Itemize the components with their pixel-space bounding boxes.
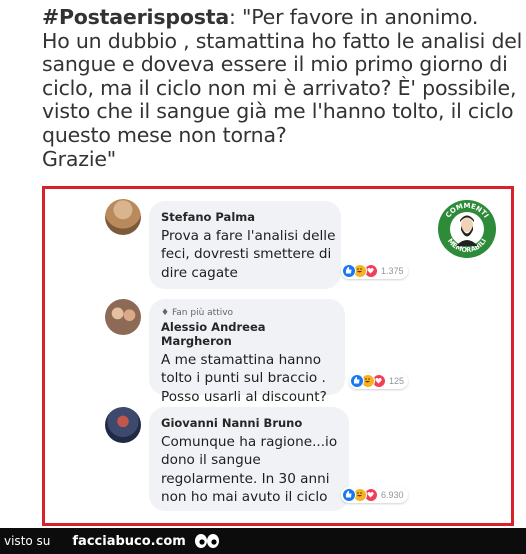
comment-author[interactable]: Stefano Palma bbox=[161, 210, 329, 224]
comment-line: Prova a fare l'analisi delle bbox=[161, 228, 336, 244]
reaction-count: 6.930 bbox=[381, 490, 404, 500]
post-text: #Postaerisposta: "Per favore in anonimo.… bbox=[42, 5, 523, 171]
comment-line: Comunque ha ragione...io bbox=[161, 434, 338, 450]
comment-bubble: ♦ Fan più attivo Alessio Andreea Margher… bbox=[149, 299, 345, 405]
like-reaction-icon bbox=[350, 374, 364, 388]
reaction-summary[interactable]: 1.375 bbox=[341, 263, 408, 279]
footer-bar: visto su facciabuco.com bbox=[0, 528, 526, 554]
comment-line: dire cagate bbox=[161, 264, 238, 281]
post-line-6: questo mese non torna? bbox=[42, 122, 287, 147]
comment-bubble: Giovanni Nanni Bruno Comunque ha ragione… bbox=[149, 407, 349, 511]
reaction-summary[interactable]: 6.930 bbox=[341, 487, 408, 503]
reaction-count: 125 bbox=[389, 376, 405, 386]
avatar[interactable] bbox=[105, 407, 141, 443]
comments-frame: COMMENTI MEMORABILI Stefano Palma Prova … bbox=[42, 186, 514, 526]
eyes-logo-icon bbox=[194, 534, 219, 548]
post-line-2: Ho un dubbio , stamattina ho fatto le an… bbox=[42, 28, 523, 53]
post-line-3: sangue e doveva essere il mio primo gior… bbox=[42, 52, 508, 77]
post-line-5: visto che il sangue già me l'hanno tolto… bbox=[42, 99, 514, 124]
comment-bubble: Stefano Palma Prova a fare l'analisi del… bbox=[149, 201, 341, 289]
site-link[interactable]: facciabuco.com bbox=[72, 534, 185, 549]
avatar[interactable] bbox=[105, 199, 141, 235]
comment-line: Posso usarli al discount? bbox=[161, 388, 327, 405]
comment-line: tolto i punti sul braccio . bbox=[161, 370, 326, 387]
comment-line: regolarmente. In 30 anni bbox=[161, 470, 330, 487]
like-reaction-icon bbox=[342, 488, 356, 502]
like-reaction-icon bbox=[342, 264, 356, 278]
commenti-memorabili-seal-icon: COMMENTI MEMORABILI bbox=[438, 200, 496, 258]
post-line-1: #Postaerisposta: "Per favore in anonimo. bbox=[42, 5, 479, 29]
post-line-4: ciclo, ma il ciclo non mi è arrivato? È'… bbox=[42, 75, 517, 100]
comment-line: A me stamattina hanno bbox=[161, 352, 322, 368]
post-line-7: Grazie" bbox=[42, 146, 116, 171]
reaction-summary[interactable]: 125 bbox=[349, 373, 409, 389]
comment-line: dono il sangue bbox=[161, 452, 261, 469]
comment-author[interactable]: Giovanni Nanni Bruno bbox=[161, 416, 337, 430]
comment-line: non ho mai avuto il ciclo bbox=[161, 489, 328, 506]
visto-su-label: visto su bbox=[4, 534, 51, 548]
comment-author[interactable]: Alessio Andreea Margheron bbox=[161, 320, 333, 348]
top-fan-badge: ♦ Fan più attivo bbox=[161, 308, 234, 318]
reaction-count: 1.375 bbox=[381, 266, 404, 276]
avatar[interactable] bbox=[105, 299, 141, 335]
comment-line: feci, dovresti smettere di bbox=[161, 246, 332, 263]
post-hashtag: #Postaerisposta bbox=[42, 5, 229, 29]
